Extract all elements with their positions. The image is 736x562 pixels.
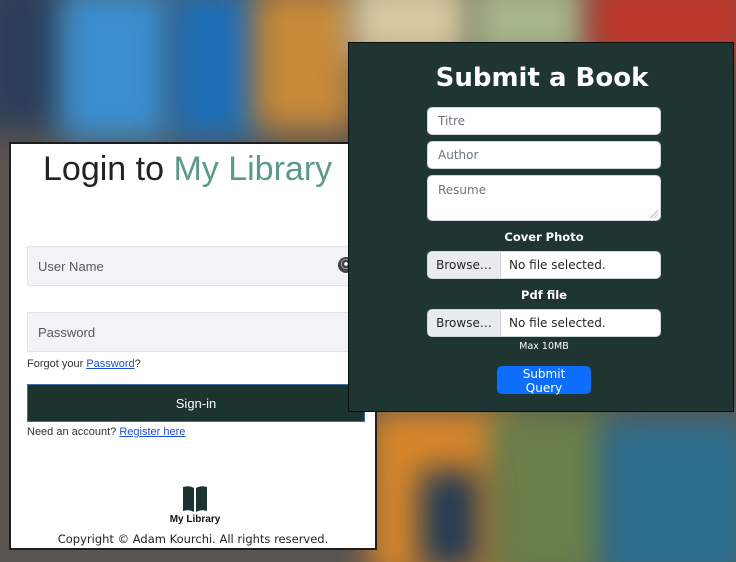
pdf-file-status: No file selected.: [509, 316, 606, 330]
register-link[interactable]: Register here: [119, 426, 185, 438]
submit-book-title: Submit a Book: [435, 63, 649, 93]
login-title-brand: My Library: [173, 150, 333, 188]
login-panel: Login to My Library ⦿ Forgot your Passwo…: [9, 142, 377, 550]
footer-brand: My Library: [169, 514, 221, 525]
password-input[interactable]: [27, 312, 367, 352]
titre-input[interactable]: [427, 107, 661, 135]
login-title-prefix: Login to: [43, 150, 174, 188]
author-input[interactable]: [427, 141, 661, 169]
forgot-password-line: Forgot your Password?: [27, 358, 141, 370]
open-book-icon: [183, 486, 207, 512]
resume-textarea[interactable]: [427, 175, 661, 221]
submit-query-button[interactable]: Submit Query: [497, 366, 591, 395]
textarea-resize-handle[interactable]: [650, 210, 658, 218]
pdf-browse-button[interactable]: Browse…: [428, 310, 501, 336]
need-account-text: Need an account?: [27, 426, 120, 438]
login-title: Login to My Library: [43, 150, 332, 189]
cover-file-status: No file selected.: [509, 258, 606, 272]
cover-photo-file-input[interactable]: Browse… No file selected.: [427, 251, 661, 279]
forgot-password-link[interactable]: Password: [86, 358, 134, 370]
cover-photo-label: Cover Photo: [504, 230, 584, 244]
copyright-text: Copyright © Adam Kourchi. All rights res…: [57, 532, 329, 546]
pdf-file-input[interactable]: Browse… No file selected.: [427, 309, 661, 337]
submit-book-panel: Submit a Book Cover Photo Browse… No fil…: [348, 42, 734, 412]
signin-button[interactable]: Sign-in: [27, 384, 365, 422]
pdf-file-label: Pdf file: [521, 288, 567, 302]
forgot-suffix: ?: [134, 358, 141, 370]
max-size-hint: Max 10MB: [519, 341, 569, 352]
forgot-prefix: Forgot your: [27, 358, 87, 370]
username-input[interactable]: [27, 246, 367, 286]
register-line: Need an account? Register here: [27, 426, 185, 438]
cover-browse-button[interactable]: Browse…: [428, 252, 501, 278]
